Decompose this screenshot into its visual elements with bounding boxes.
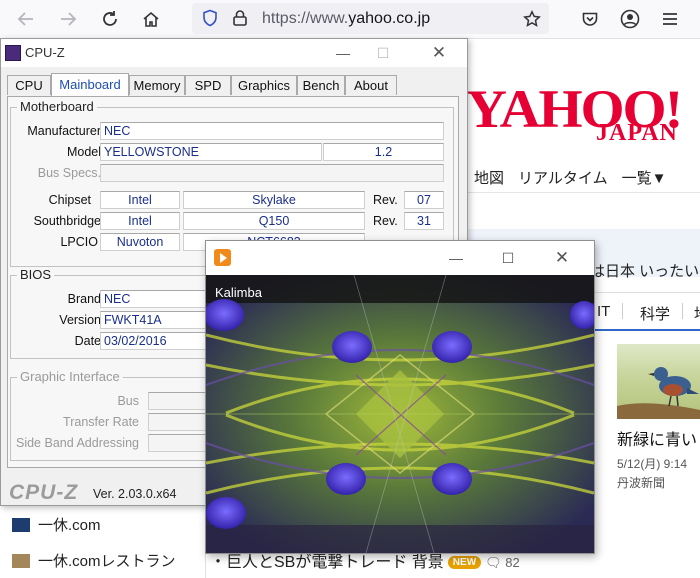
pocket-icon[interactable] [578,7,602,31]
southbridge-rev-label: Rev. [373,214,398,228]
yahoo-service-nav: 地図 リアルタイム 一覧▼ [474,167,680,188]
home-icon[interactable] [139,7,163,31]
chipset-label: Chipset [48,193,91,207]
news-thumbnail-bird[interactable] [617,344,700,419]
tab-memory[interactable]: Memory [129,75,185,95]
yahoo-logo[interactable]: YAHOO! JAPAN [462,78,700,150]
tab-bench[interactable]: Bench [297,75,345,95]
headline-text: ・巨人とSBが電撃トレード 背景 [210,554,444,571]
tab-spd[interactable]: SPD [185,75,231,95]
player-minimize-icon[interactable]: — [436,247,476,269]
reload-icon[interactable] [98,7,122,31]
chipset-name-value: Skylake [183,191,365,209]
side-item-label: 一休.com [38,517,101,534]
media-player-icon [214,249,231,266]
url-prefix: https://www. [262,10,349,27]
nav-realtime[interactable]: リアルタイム [518,170,608,187]
visualization[interactable]: Kalimba [206,275,594,553]
player-titlebar[interactable]: — ☐ ✕ [206,241,594,275]
graphic-bus-label: Bus [117,394,139,408]
tab-cpu[interactable]: CPU [7,75,51,95]
category-divider [682,303,683,319]
lpcio-vendor-value: Nuvoton [100,233,180,251]
forward-icon[interactable] [56,7,80,31]
player-close-icon[interactable]: ✕ [542,247,582,269]
browser-toolbar: https://www.yahoo.co.jp [0,0,700,39]
menu-icon[interactable] [658,7,682,31]
comment-icon: 🗨 [485,555,502,570]
graphic-interface-legend: Graphic Interface [17,369,123,384]
side-item-label: 一休.comレストラン [38,553,176,570]
bios-legend: BIOS [17,267,55,282]
bios-date-label: Date [74,334,101,348]
chipset-vendor-value: Intel [100,191,180,209]
news-title[interactable]: 新緑に青い [617,426,697,450]
yahoo-logo-japan: JAPAN [596,120,678,146]
comment-count-value: 82 [505,555,520,570]
url-text[interactable]: https://www.yahoo.co.jp [262,10,430,28]
ikyu-restaurant-icon [12,554,30,568]
topic-text[interactable]: は日本 いったい [590,260,699,281]
nav-list[interactable]: 一覧▼ [622,170,667,187]
nav-map[interactable]: 地図 [474,170,504,187]
cpuz-app-icon [5,45,21,61]
side-item-ikyu-restaurant[interactable]: 一休.comレストラン [12,550,176,571]
address-bar[interactable]: https://www.yahoo.co.jp [192,3,549,34]
account-icon[interactable] [618,7,642,31]
close-icon[interactable]: ✕ [419,42,459,64]
chipset-rev-value: 07 [404,191,444,209]
bookmark-star-icon[interactable] [520,7,544,31]
chipset-rev-label: Rev. [373,193,398,207]
lpcio-label: LPCIO [60,235,98,249]
bus-specs-value [100,164,444,182]
category-science[interactable]: 科学 [640,303,670,324]
shield-icon[interactable] [201,9,219,30]
transfer-rate-label: Transfer Rate [63,415,139,429]
visualization-graphic [206,275,594,553]
tab-mainboard[interactable]: Mainboard [51,73,129,96]
news-category-tabs: IT 科学 地 [590,292,700,331]
manufacturer-value: NEC [100,122,444,140]
new-badge: NEW [447,556,482,569]
url-host: yahoo.co.jp [348,10,431,27]
tab-graphics[interactable]: Graphics [231,75,297,95]
track-title: Kalimba [215,285,262,300]
model-value: YELLOWSTONE [100,143,322,161]
minimize-icon[interactable]: — [323,42,363,64]
manufacturer-label: Manufacturer [27,124,101,138]
maximize-icon[interactable]: ☐ [363,42,403,64]
yahoo-side-panel: 一休.com 一休.comレストラン [0,500,206,578]
southbridge-name-value: Q150 [183,212,365,230]
search-area [468,192,700,230]
southbridge-vendor-value: Intel [100,212,180,230]
comment-count: 🗨 82 [485,555,520,570]
bus-specs-label: Bus Specs. [37,166,101,180]
side-item-ikyu[interactable]: 一休.com [12,514,101,535]
model-revision-value: 1.2 [323,143,444,161]
news-date: 5/12(月) 9:14 [617,457,688,471]
category-more[interactable]: 地 [694,303,700,324]
category-divider [622,303,623,319]
news-source: 丹波新聞 [617,476,666,490]
southbridge-rev-value: 31 [404,212,444,230]
bios-version-label: Version [59,313,101,327]
tab-about[interactable]: About [345,75,397,95]
motherboard-legend: Motherboard [17,99,97,114]
cpuz-title: CPU-Z [25,45,65,60]
southbridge-label: Southbridge [33,214,101,228]
back-icon[interactable] [14,7,38,31]
cpuz-titlebar[interactable]: CPU-Z — ☐ ✕ [1,39,467,67]
media-player-window: — ☐ ✕ Kalimba [205,240,595,554]
cpuz-version: Ver. 2.03.0.x64 [93,487,177,501]
lock-icon[interactable] [232,9,248,30]
side-band-label: Side Band Addressing [15,436,139,450]
model-label: Model [66,145,101,159]
category-it[interactable]: IT [597,303,610,320]
ikyu-icon [12,518,30,532]
player-maximize-icon[interactable]: ☐ [488,247,528,269]
bios-brand-label: Brand [67,292,101,306]
cpuz-footer-logo: CPU-Z [9,481,79,504]
